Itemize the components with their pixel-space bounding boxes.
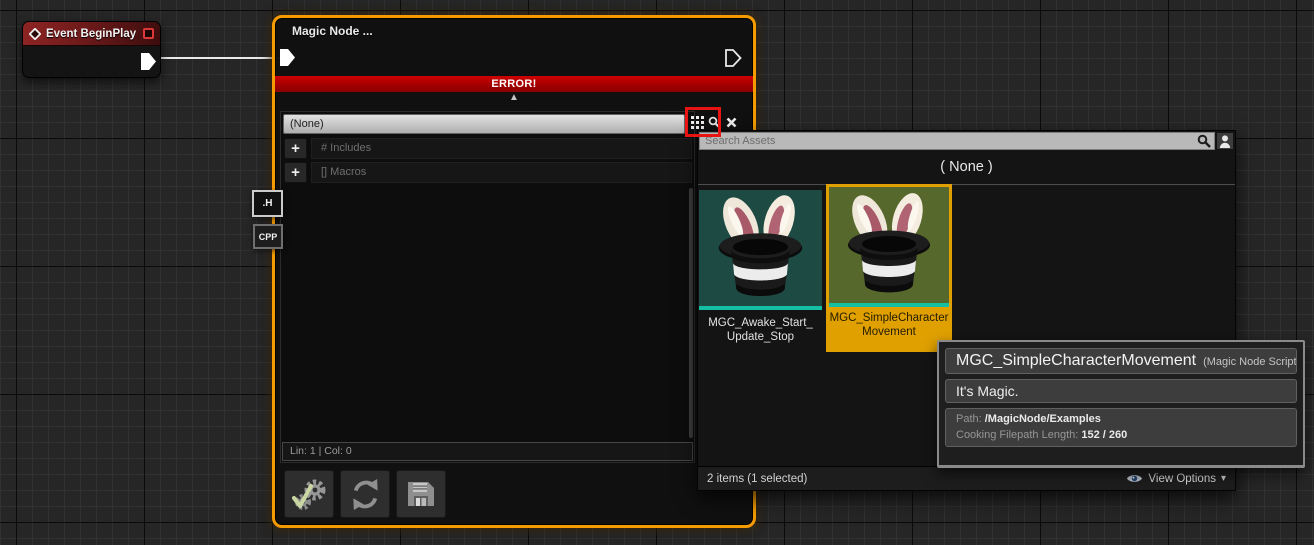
asset-tile-awake-start[interactable]: MGC_Awake_Start_ Update_Stop xyxy=(699,190,822,344)
magic-node[interactable]: Magic Node ... ERROR! ▲ (None) + # Inclu… xyxy=(252,15,756,528)
exec-wire xyxy=(158,57,286,59)
event-node-badge-icon xyxy=(143,28,154,39)
add-include-button[interactable]: + xyxy=(284,138,307,159)
includes-row[interactable]: # Includes xyxy=(311,138,692,159)
tooltip-metadata: Path: /MagicNode/Examples Cooking Filepa… xyxy=(945,408,1297,447)
eye-icon xyxy=(1127,475,1143,482)
asset-type-color-bar xyxy=(699,306,822,310)
save-floppy-icon xyxy=(408,482,434,506)
tooltip-asset-type: (Magic Node Script) xyxy=(1203,356,1297,368)
magic-node-title: Magic Node ... xyxy=(292,24,373,38)
error-banner: ERROR! xyxy=(275,76,753,92)
tab-cpp-file[interactable]: CPP xyxy=(253,224,283,249)
tooltip-asset-title: MGC_SimpleCharacterMovement xyxy=(956,352,1197,369)
add-macro-button[interactable]: + xyxy=(284,162,307,183)
event-output-exec-pin[interactable] xyxy=(141,53,157,70)
asset-tooltip: MGC_SimpleCharacterMovement (Magic Node … xyxy=(937,340,1305,468)
line-column-status: Lin: 1 | Col: 0 xyxy=(282,442,693,461)
asset-thumbnail xyxy=(829,187,949,307)
view-options-button[interactable]: View Options ▾ xyxy=(1126,473,1226,485)
editor-scrollbar[interactable] xyxy=(689,188,693,438)
tooltip-cooking-value: 152 / 260 xyxy=(1081,428,1128,441)
asset-type-color-bar xyxy=(829,303,949,307)
collapse-arrow-icon[interactable]: ▲ xyxy=(275,92,753,104)
code-editor-panel: (None) + # Includes + [] Macros Lin: 1 |… xyxy=(280,111,695,463)
search-assets-input[interactable] xyxy=(699,132,1215,150)
magic-output-exec-pin[interactable] xyxy=(725,49,742,67)
macros-row[interactable]: [] Macros xyxy=(311,162,692,183)
compile-script-button[interactable] xyxy=(284,470,334,518)
event-node-header: Event BeginPlay xyxy=(23,22,160,46)
event-node-title: Event BeginPlay xyxy=(46,27,137,40)
reload-script-button[interactable] xyxy=(340,470,390,518)
annotation-highlight-box xyxy=(685,107,721,137)
blueprint-canvas[interactable]: Event BeginPlay Magic Node ... ERROR! ▲ … xyxy=(0,0,1314,545)
magic-input-exec-pin[interactable] xyxy=(280,49,296,66)
asset-thumbnail xyxy=(699,190,822,310)
asset-filter-person-button[interactable] xyxy=(1216,132,1234,150)
script-asset-dropdown[interactable]: (None) xyxy=(283,114,685,134)
asset-name: MGC_SimpleCharacter Movement xyxy=(829,312,949,338)
none-option-row[interactable]: ( None ) xyxy=(698,150,1235,185)
person-icon xyxy=(1219,134,1231,148)
clear-asset-icon[interactable] xyxy=(724,115,738,129)
tab-header-file[interactable]: .H xyxy=(252,190,283,217)
compile-gears-icon xyxy=(292,479,326,510)
search-magnifier-icon xyxy=(1197,134,1211,148)
tooltip-cooking-label: Cooking Filepath Length: xyxy=(956,428,1079,441)
event-beginplay-node[interactable]: Event BeginPlay xyxy=(22,21,161,78)
asset-name: MGC_Awake_Start_ Update_Stop xyxy=(708,317,813,343)
tooltip-description: It's Magic. xyxy=(945,379,1297,403)
tooltip-path-label: Path: xyxy=(956,413,982,425)
tooltip-path-value: /MagicNode/Examples xyxy=(984,413,1101,425)
items-count-label: 2 items (1 selected) xyxy=(707,472,808,485)
caret-down-icon: ▾ xyxy=(1220,473,1226,484)
save-script-button[interactable] xyxy=(396,470,446,518)
refresh-icon xyxy=(352,478,378,510)
event-diamond-icon xyxy=(29,27,41,40)
asset-tile-simple-character-movement-selected[interactable]: MGC_SimpleCharacter Movement xyxy=(826,184,952,352)
